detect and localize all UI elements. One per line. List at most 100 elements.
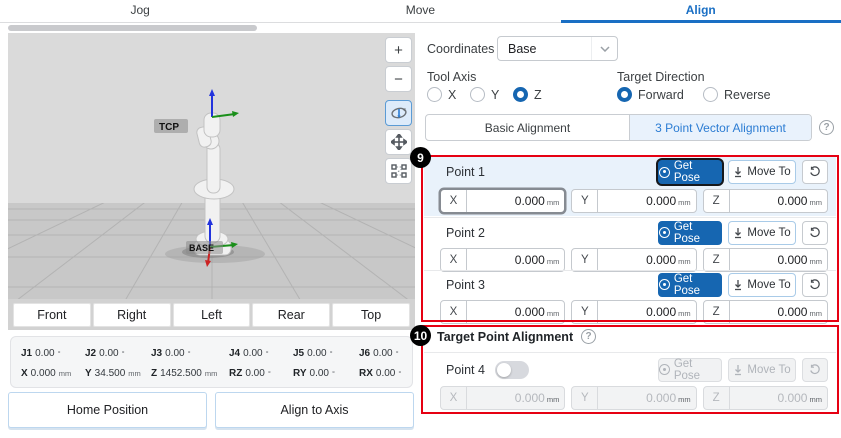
point-3-move-to-button[interactable]: Move To	[728, 273, 796, 297]
point-2-move-to-button[interactable]: Move To	[728, 221, 796, 245]
joint-value: J30.00°	[151, 348, 229, 359]
tab-jog[interactable]: Jog	[0, 0, 280, 22]
robot-3d-viewport[interactable]: TCP BASE + −	[8, 33, 415, 330]
joint-values-row: J10.00° J20.00° J30.00° J40.00° J50.00° …	[21, 344, 419, 362]
alignment-help-icon[interactable]: ?	[819, 120, 834, 135]
zoom-out-button[interactable]: −	[385, 66, 412, 92]
move-to-icon	[733, 279, 743, 291]
alignment-mode-tabs: Basic Alignment 3 Point Vector Alignment	[425, 114, 812, 141]
tool-axis-z-radio[interactable]: Z	[513, 87, 542, 102]
point-4-toggle[interactable]	[495, 361, 529, 379]
point-2-z-field[interactable]: Z0.000mm	[703, 248, 828, 272]
view-preset-strip: Front Right Left Rear Top	[8, 299, 415, 330]
point-1-move-to-button[interactable]: Move To	[728, 160, 796, 184]
view-rear-button[interactable]: Rear	[252, 303, 330, 327]
pose-value: RY0.00°	[293, 368, 359, 379]
point-4-get-pose-button[interactable]: Get Pose	[658, 358, 722, 382]
home-position-button[interactable]: Home Position	[8, 392, 207, 428]
orbit-rotate-button[interactable]	[385, 100, 412, 126]
pose-value: RZ0.00°	[229, 368, 293, 379]
point-4-y-field: Y0.000mm	[571, 386, 696, 410]
view-right-button[interactable]: Right	[93, 303, 171, 327]
tab-align[interactable]: Align	[561, 0, 841, 22]
point-1-get-pose-button[interactable]: Get Pose	[658, 160, 722, 184]
robot-arm	[194, 113, 234, 255]
point-3-label: Point 3	[446, 278, 658, 292]
align-screen: Jog Move Align	[0, 0, 841, 438]
viewport-controls: + −	[385, 37, 412, 184]
tab-move[interactable]: Move	[280, 0, 560, 22]
view-top-button[interactable]: Top	[332, 303, 410, 327]
point-2-label: Point 2	[446, 226, 658, 240]
pose-value: Z1452.500mm	[151, 368, 229, 379]
active-tab-underline	[561, 20, 841, 23]
zoom-in-button[interactable]: +	[385, 37, 412, 63]
point-1-z-field[interactable]: Z0.000mm	[703, 189, 828, 213]
point-4-reset-button[interactable]	[802, 358, 828, 382]
base-label: BASE	[189, 243, 214, 253]
robot-pose-status-panel: J10.00° J20.00° J30.00° J40.00° J50.00° …	[10, 336, 413, 388]
horizontal-scrollbar-thumb[interactable]	[8, 25, 257, 31]
move-to-icon	[733, 227, 743, 239]
point-4-move-to-button[interactable]: Move To	[728, 358, 796, 382]
point-2-get-pose-button[interactable]: Get Pose	[658, 221, 722, 245]
reset-icon	[809, 364, 821, 376]
coordinates-select[interactable]: Base	[497, 36, 618, 61]
reset-icon	[809, 166, 821, 178]
target-direction-label: Target Direction	[617, 70, 705, 84]
cartesian-values-row: X0.000mm Y34.500mm Z1452.500mm RZ0.00° R…	[21, 364, 419, 382]
point-3-reset-button[interactable]	[802, 273, 828, 297]
target-point-alignment-title: Target Point Alignment	[437, 330, 573, 344]
target-point-alignment-header: Target Point Alignment ?	[437, 329, 596, 344]
pose-value: X0.000mm	[21, 368, 85, 379]
point-1-label: Point 1	[446, 165, 658, 179]
point-2-block: Point 2 Get Pose Move To X0.000mm Y0.000…	[424, 219, 836, 269]
point-2-y-field[interactable]: Y0.000mm	[571, 248, 696, 272]
point-link-icon	[391, 164, 407, 178]
point-2-x-field[interactable]: X0.000mm	[440, 248, 565, 272]
point-3-y-field[interactable]: Y0.000mm	[571, 300, 696, 324]
divider	[424, 217, 836, 218]
tool-axis-y-radio[interactable]: Y	[470, 87, 499, 102]
three-point-vector-alignment-tab[interactable]: 3 Point Vector Alignment	[630, 115, 811, 140]
point-3-z-field[interactable]: Z0.000mm	[703, 300, 828, 324]
direction-reverse-radio[interactable]: Reverse	[703, 87, 771, 102]
target-point-help-icon[interactable]: ?	[581, 329, 596, 344]
pose-value: RX0.00°	[359, 368, 419, 379]
point-4-z-field: Z0.000mm	[703, 386, 828, 410]
joint-value: J20.00°	[85, 348, 151, 359]
reset-icon	[809, 279, 821, 291]
point-4-block: Point 4 Get Pose Move To X0.000mm Y0.000…	[424, 355, 836, 413]
reset-icon	[809, 227, 821, 239]
get-pose-icon	[659, 227, 670, 238]
robot-scene: TCP BASE	[8, 33, 415, 330]
point-2-reset-button[interactable]	[802, 221, 828, 245]
point-4-x-field: X0.000mm	[440, 386, 565, 410]
tool-axis-label: Tool Axis	[427, 70, 476, 84]
tcp-frame: TCP	[154, 89, 239, 133]
basic-alignment-tab[interactable]: Basic Alignment	[426, 115, 630, 140]
coordinates-label: Coordinates	[427, 42, 494, 56]
point-3-x-field[interactable]: X0.000mm	[440, 300, 565, 324]
joint-value: J60.00°	[359, 348, 419, 359]
chevron-down-icon	[591, 37, 617, 60]
pan-icon	[391, 134, 407, 150]
pose-value: Y34.500mm	[85, 368, 151, 379]
point-1-x-field[interactable]: X0.000mm	[440, 189, 565, 213]
get-pose-icon	[659, 279, 670, 290]
view-front-button[interactable]: Front	[13, 303, 91, 327]
coordinates-value: Base	[498, 42, 591, 56]
point-3-get-pose-button[interactable]: Get Pose	[658, 273, 722, 297]
point-1-y-field[interactable]: Y0.000mm	[571, 189, 696, 213]
pan-button[interactable]	[385, 129, 412, 155]
point-1-reset-button[interactable]	[802, 160, 828, 184]
orbit-icon	[390, 105, 408, 121]
direction-forward-radio[interactable]: Forward	[617, 87, 684, 102]
joint-value: J50.00°	[293, 348, 359, 359]
point-link-button[interactable]	[385, 158, 412, 184]
joint-value: J10.00°	[21, 348, 85, 359]
tool-axis-x-radio[interactable]: X	[427, 87, 456, 102]
view-left-button[interactable]: Left	[173, 303, 251, 327]
align-to-axis-button[interactable]: Align to Axis	[215, 392, 414, 428]
get-pose-icon	[659, 364, 670, 375]
